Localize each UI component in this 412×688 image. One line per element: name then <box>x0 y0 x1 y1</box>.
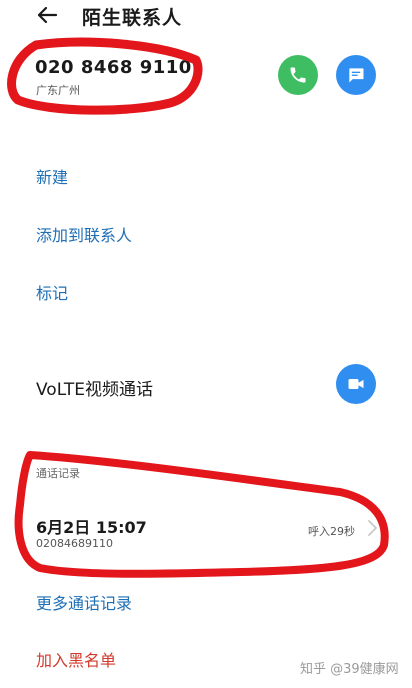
phone-icon <box>290 67 306 83</box>
new-contact-link[interactable]: 新建 <box>36 164 68 188</box>
call-log-time: 6月2日 15:07 <box>36 518 147 537</box>
video-camera-icon <box>348 379 364 389</box>
add-to-blacklist-link[interactable]: 加入黑名单 <box>36 647 116 671</box>
volte-video-call-label[interactable]: VoLTE视频通话 <box>36 375 153 400</box>
phone-number: 020 8468 9110 <box>35 57 192 78</box>
chevron-right-icon <box>368 520 377 536</box>
message-icon <box>349 68 364 83</box>
call-log-duration: 呼入29秒 <box>308 525 355 538</box>
mark-number-link[interactable]: 标记 <box>36 280 68 304</box>
watermark: 知乎 @39健康网 <box>300 662 399 677</box>
page-title: 陌生联系人 <box>82 7 183 29</box>
add-to-contacts-link[interactable]: 添加到联系人 <box>36 222 132 246</box>
message-button[interactable] <box>336 55 376 95</box>
video-call-button[interactable] <box>336 364 376 404</box>
top-bar: 陌生联系人 <box>0 0 412 36</box>
number-location: 广东广州 <box>36 84 80 97</box>
call-log-number: 02084689110 <box>36 537 113 550</box>
call-log-section-label: 通话记录 <box>36 467 80 480</box>
call-button[interactable] <box>278 55 318 95</box>
red-annotation-overlay <box>7 37 389 578</box>
more-call-logs-link[interactable]: 更多通话记录 <box>36 590 132 614</box>
back-arrow-icon[interactable] <box>34 2 60 28</box>
